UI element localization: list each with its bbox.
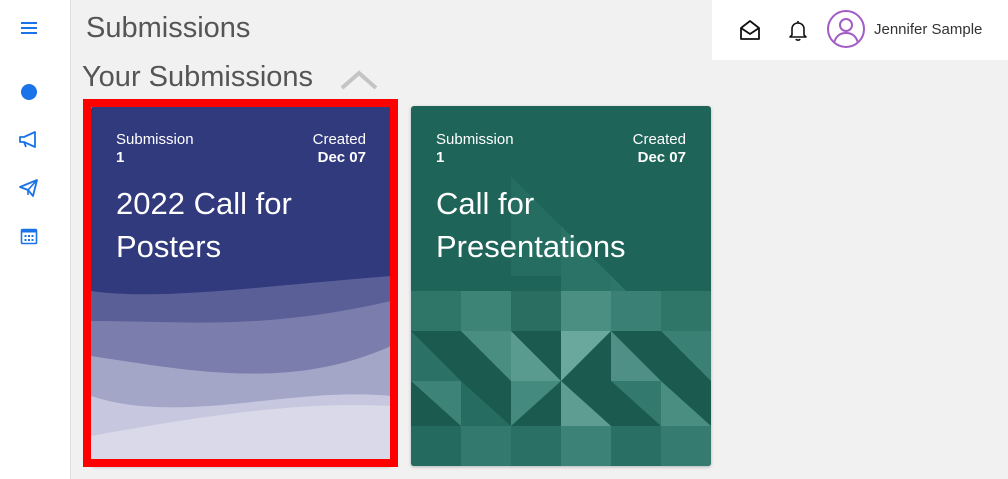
created-meta: Created Dec 07 — [633, 131, 686, 167]
created-date: Dec 07 — [637, 149, 686, 166]
collapse-section-button[interactable] — [339, 66, 379, 94]
created-label: Created — [312, 131, 366, 148]
user-bar: Jennifer Sample — [712, 0, 1008, 60]
submission-meta: Submission 1 — [116, 131, 194, 167]
sidebar-item-calendar[interactable] — [17, 224, 41, 248]
card-title: Call for Presentations — [436, 186, 626, 264]
sidebar-item-home[interactable] — [17, 80, 41, 104]
sidebar-item-announcements[interactable] — [17, 128, 41, 152]
submission-number: 1 — [436, 149, 445, 166]
submission-card[interactable]: Submission 1 Created Dec 07 2022 Call fo… — [91, 106, 391, 466]
avatar[interactable] — [827, 10, 865, 48]
section-title: Your Submissions — [82, 61, 314, 93]
card-title: 2022 Call for Posters — [116, 186, 292, 264]
submission-label: Submission — [116, 131, 194, 148]
user-icon — [833, 18, 859, 44]
submission-card[interactable]: Submission 1 Created Dec 07 Call for Pre… — [411, 106, 711, 466]
submission-number: 1 — [116, 149, 125, 166]
menu-icon — [21, 22, 37, 34]
submission-label: Submission — [436, 131, 514, 148]
megaphone-icon — [19, 131, 36, 148]
created-label: Created — [632, 131, 686, 148]
page-title: Submissions — [86, 12, 251, 44]
sidebar — [0, 0, 71, 479]
messages-button[interactable] — [738, 18, 762, 42]
circle-icon — [21, 84, 37, 100]
menu-button[interactable] — [17, 16, 41, 40]
chevron-up-icon — [340, 70, 378, 90]
created-date: Dec 07 — [317, 149, 366, 166]
sidebar-item-submissions[interactable] — [17, 176, 41, 200]
envelope-open-icon — [740, 20, 760, 40]
submission-meta: Submission 1 — [436, 131, 514, 167]
notifications-button[interactable] — [786, 18, 810, 42]
user-name[interactable]: Jennifer Sample — [874, 21, 982, 38]
created-meta: Created Dec 07 — [313, 131, 366, 167]
bell-icon — [789, 21, 807, 41]
calendar-icon — [20, 228, 38, 245]
paper-plane-icon — [19, 179, 38, 197]
